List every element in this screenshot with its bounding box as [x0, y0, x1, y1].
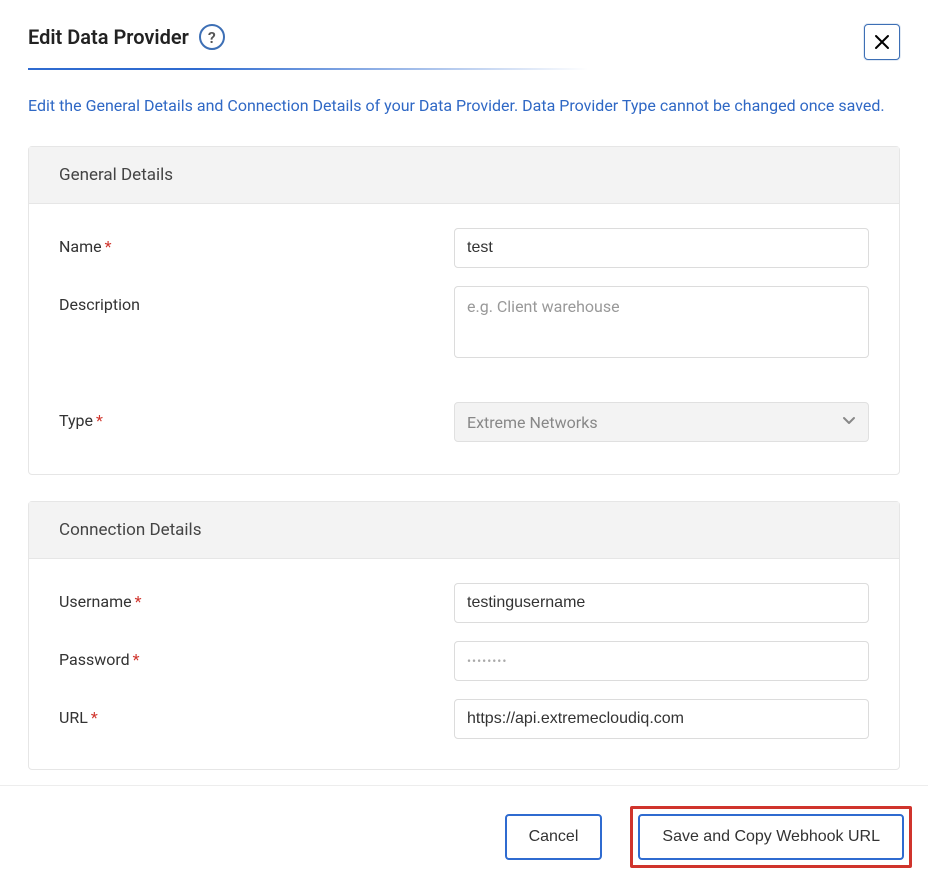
username-row: Username*	[59, 583, 869, 623]
close-button[interactable]	[864, 24, 900, 60]
name-control	[454, 228, 869, 268]
url-control	[454, 699, 869, 739]
edit-data-provider-dialog: Edit Data Provider ? Edit the General De…	[0, 0, 928, 770]
title-underline	[28, 68, 588, 70]
username-input[interactable]	[454, 583, 869, 623]
password-mask: ••••••••	[467, 654, 507, 668]
description-input[interactable]	[454, 286, 869, 358]
type-label: Type*	[59, 402, 454, 430]
url-input[interactable]	[454, 699, 869, 739]
description-control	[454, 286, 869, 362]
required-star: *	[135, 592, 142, 611]
dialog-header: Edit Data Provider ?	[28, 24, 900, 60]
general-details-body: Name* Description Type* Extreme Net	[29, 204, 899, 474]
save-and-copy-webhook-url-button[interactable]: Save and Copy Webhook URL	[638, 814, 904, 860]
password-input[interactable]: ••••••••	[454, 641, 869, 681]
connection-details-section: Connection Details Username* Password* •…	[28, 501, 900, 770]
close-icon	[874, 34, 890, 50]
password-row: Password* ••••••••	[59, 641, 869, 681]
password-control: ••••••••	[454, 641, 869, 681]
url-row: URL*	[59, 699, 869, 739]
password-label-text: Password	[59, 650, 130, 669]
name-label: Name*	[59, 228, 454, 256]
dialog-footer: Cancel Save and Copy Webhook URL	[0, 785, 928, 888]
connection-details-header: Connection Details	[29, 502, 899, 559]
username-label-text: Username	[59, 592, 132, 611]
type-select[interactable]: Extreme Networks	[454, 402, 869, 442]
required-star: *	[105, 237, 112, 256]
cancel-button[interactable]: Cancel	[505, 814, 603, 860]
help-icon[interactable]: ?	[199, 24, 225, 50]
type-control: Extreme Networks	[454, 402, 869, 442]
type-label-text: Type	[59, 411, 93, 430]
description-label: Description	[59, 286, 454, 314]
name-input[interactable]	[454, 228, 869, 268]
type-select-value: Extreme Networks	[454, 402, 869, 442]
required-star: *	[133, 650, 140, 669]
name-row: Name*	[59, 228, 869, 268]
required-star: *	[96, 411, 103, 430]
username-label: Username*	[59, 583, 454, 611]
description-row: Description	[59, 286, 869, 362]
required-star: *	[91, 708, 98, 727]
save-button-highlight: Save and Copy Webhook URL	[630, 806, 912, 868]
dialog-title-wrap: Edit Data Provider ?	[28, 24, 225, 50]
url-label: URL*	[59, 699, 454, 727]
info-text: Edit the General Details and Connection …	[28, 94, 900, 118]
type-row: Type* Extreme Networks	[59, 402, 869, 442]
url-label-text: URL	[59, 708, 88, 727]
dialog-title: Edit Data Provider	[28, 25, 189, 49]
general-details-section: General Details Name* Description Type*	[28, 146, 900, 475]
general-details-header: General Details	[29, 147, 899, 204]
connection-details-body: Username* Password* •••••••• URL*	[29, 559, 899, 769]
name-label-text: Name	[59, 237, 102, 256]
username-control	[454, 583, 869, 623]
password-label: Password*	[59, 641, 454, 669]
